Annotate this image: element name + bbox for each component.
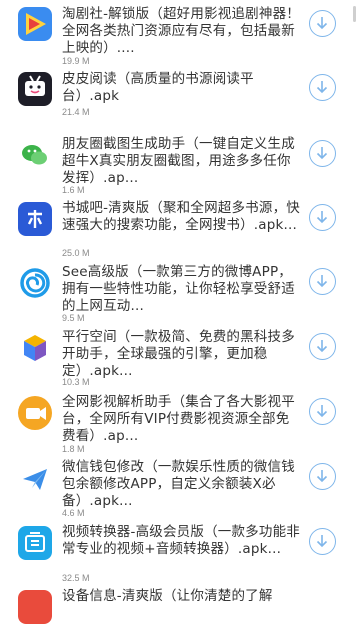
app-title[interactable]: See高级版（一款第三方的微博APP，拥有一些特性功能，让你轻松享受舒适的上网互… xyxy=(62,264,302,315)
app-size: 1.6 M xyxy=(62,185,85,195)
app-size: 10.3 M xyxy=(62,377,90,387)
download-button[interactable] xyxy=(309,268,336,295)
app-title[interactable]: 微信钱包修改（一款娱乐性质的微信钱包余额修改APP，自定义余额装X必备）.apk… xyxy=(62,459,302,510)
paper-plane-icon xyxy=(18,462,52,496)
app-size: 21.4 M xyxy=(62,107,90,117)
download-button[interactable] xyxy=(309,333,336,360)
download-button[interactable] xyxy=(309,528,336,555)
app-title[interactable]: 平行空间（一款极简、免费的黑科技多开助手，全球最强的引擎，更加稳定）.apk..… xyxy=(62,329,302,380)
app-size: 32.5 M xyxy=(62,573,90,583)
download-arrow-icon xyxy=(316,470,328,483)
app-title[interactable]: 书城吧-清爽版（聚和全网超多书源，快速强大的搜索功能，全网搜书）.apk... xyxy=(62,200,302,234)
download-button[interactable] xyxy=(309,74,336,101)
download-arrow-icon xyxy=(316,405,328,418)
app-title[interactable]: 朋友圈截图生成助手（一键自定义生成超牛X真实朋友圈截图，用途多多任你发挥）.ap… xyxy=(62,136,302,187)
app-size: 9.5 M xyxy=(62,313,85,323)
download-button[interactable] xyxy=(309,463,336,490)
video-camera-icon xyxy=(18,396,52,430)
parallel-space-icon xyxy=(18,331,52,365)
app-title[interactable]: 皮皮阅读（高质量的书源阅读平台）.apk xyxy=(62,71,302,105)
scrollbar[interactable] xyxy=(353,6,356,22)
download-arrow-icon xyxy=(316,275,328,288)
app-size: 25.0 M xyxy=(62,248,90,258)
download-button[interactable] xyxy=(309,10,336,37)
device-info-icon xyxy=(18,590,52,624)
app-title[interactable]: 淘剧社-解锁版（超好用影视追剧神器！全网各类热门资源应有尽有，包括最新上映的）.… xyxy=(62,6,302,57)
download-arrow-icon xyxy=(316,211,328,224)
wechat-bubbles-icon xyxy=(18,138,52,172)
download-arrow-icon xyxy=(316,17,328,30)
convert-box-icon xyxy=(18,526,52,560)
app-title[interactable]: 全网影视解析助手（集合了各大影视平台，全网所有VIP付费影视资源全部免费看）.a… xyxy=(62,394,302,445)
app-size: 1.8 M xyxy=(62,444,85,454)
download-arrow-icon xyxy=(316,535,328,548)
download-arrow-icon xyxy=(316,81,328,94)
download-arrow-icon xyxy=(316,147,328,160)
play-triangle-icon xyxy=(18,7,52,41)
download-button[interactable] xyxy=(309,398,336,425)
app-title[interactable]: 视频转换器-高级会员版（一款多功能非常专业的视频+音频转换器）.apk... xyxy=(62,524,302,558)
app-size: 19.9 M xyxy=(62,56,90,66)
app-size: 4.6 M xyxy=(62,508,85,518)
reader-face-icon xyxy=(18,72,52,106)
download-arrow-icon xyxy=(316,340,328,353)
app-title[interactable]: 设备信息-清爽版（让你清楚的了解 xyxy=(62,588,302,605)
spiral-icon xyxy=(18,266,52,300)
download-button[interactable] xyxy=(309,140,336,167)
download-button[interactable] xyxy=(309,204,336,231)
book-char-icon xyxy=(18,202,52,236)
